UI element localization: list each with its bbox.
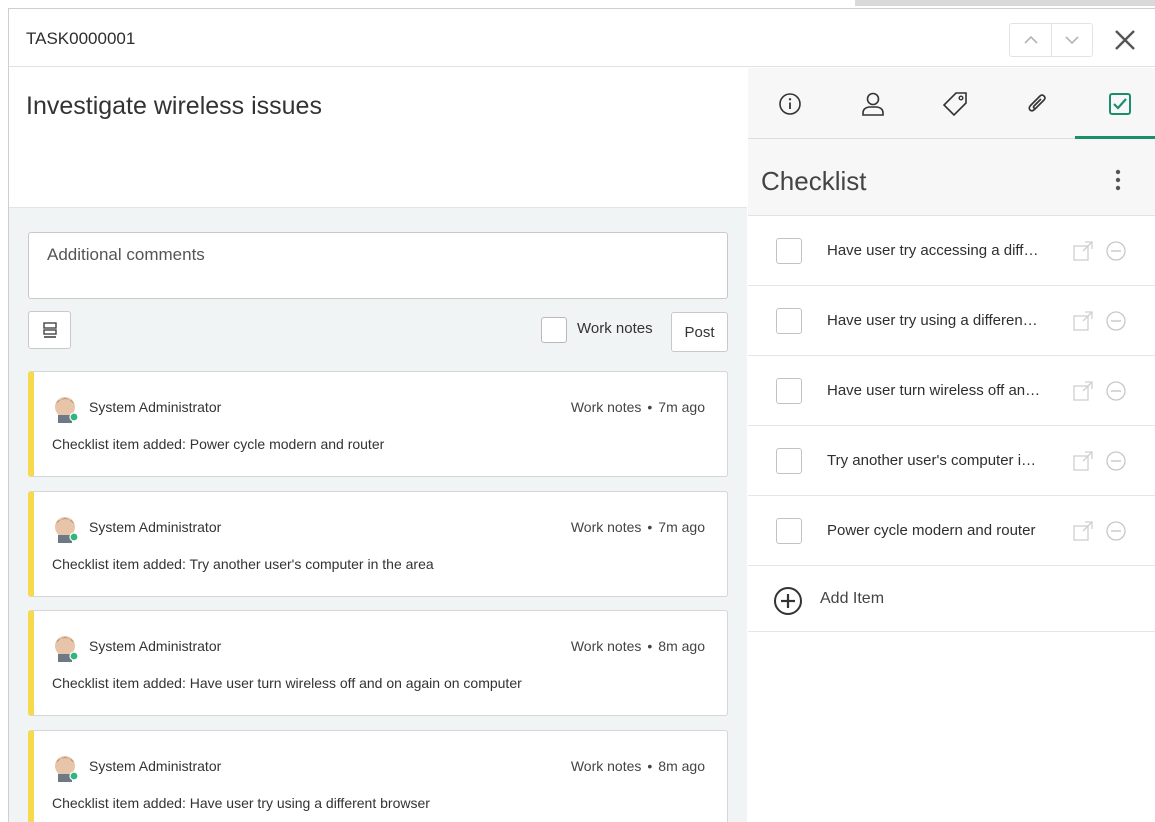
remove-icon[interactable] [1105, 520, 1127, 542]
open-external-icon[interactable] [1072, 520, 1094, 542]
tab-user[interactable] [851, 86, 895, 122]
checklist-item-checkbox[interactable] [776, 378, 802, 404]
tab-info[interactable] [768, 86, 812, 122]
sidebar-pane: Checklist Have user try accessing a diff… [748, 68, 1155, 822]
checklist-item: Power cycle modern and router [748, 496, 1155, 566]
avatar [55, 636, 79, 662]
activity-type: Work notes [570, 399, 642, 415]
checklist-item: Try another user's computer i… [748, 426, 1155, 496]
activity-time: 8m ago [658, 638, 705, 654]
avatar [55, 756, 79, 782]
add-circle-icon [774, 587, 802, 615]
tab-checklist[interactable] [1098, 86, 1142, 122]
remove-icon[interactable] [1105, 310, 1127, 332]
checklist-item: Have user try using a differen… [748, 286, 1155, 356]
checklist-item-checkbox[interactable] [776, 518, 802, 544]
open-external-icon[interactable] [1072, 240, 1094, 262]
activity-meta: Work notes • 8m ago [570, 758, 705, 774]
toggle-layout-button[interactable] [28, 311, 71, 349]
checklist-title: Checklist [761, 166, 867, 196]
checklist-item-label[interactable]: Have user try accessing a diff… [827, 242, 1052, 259]
activity-message: Checklist item added: Have user turn wir… [52, 675, 522, 691]
checklist-item-checkbox[interactable] [776, 238, 802, 264]
activity-author: System Administrator [89, 399, 222, 415]
activity-author: System Administrator [89, 519, 222, 535]
info-icon [779, 93, 801, 115]
remove-icon[interactable] [1105, 380, 1127, 402]
checklist-item: Have user try accessing a diff… [748, 216, 1155, 286]
next-record-button[interactable] [1051, 24, 1092, 56]
task-modal: TASK0000001 Investigate wireless issues … [8, 8, 1155, 822]
previous-record-button[interactable] [1010, 24, 1051, 56]
task-number: TASK0000001 [26, 29, 136, 48]
tab-attachments[interactable] [1015, 86, 1059, 122]
chevron-down-icon [1065, 36, 1079, 45]
title-area: Investigate wireless issues [9, 68, 747, 208]
checklist-item-label[interactable]: Try another user's computer i… [827, 452, 1052, 469]
checklist-item-checkbox[interactable] [776, 308, 802, 334]
modal-header: TASK0000001 [9, 9, 1155, 67]
checklist-item-checkbox[interactable] [776, 448, 802, 474]
add-item-button[interactable]: Add Item [748, 566, 1155, 632]
activity-card: System Administrator Work notes • 8m ago C… [28, 730, 728, 822]
avatar [55, 397, 79, 423]
task-title[interactable]: Investigate wireless issues [26, 92, 322, 121]
remove-icon[interactable] [1105, 240, 1127, 262]
chevron-up-icon [1023, 35, 1038, 44]
task-details-pane: Investigate wireless issues Additional c… [9, 68, 747, 822]
open-external-icon[interactable] [1072, 380, 1094, 402]
activity-meta: Work notes • 7m ago [570, 519, 705, 535]
background-header-fragment [855, 0, 1155, 6]
stack-layout-icon [42, 322, 57, 338]
sidebar-tabs [748, 68, 1155, 139]
activity-meta: Work notes • 8m ago [570, 638, 705, 654]
checklist-icon [1109, 93, 1131, 115]
activity-type: Work notes [570, 758, 642, 774]
activity-stream: Additional comments Work notes Post Syst… [9, 208, 747, 822]
activity-author: System Administrator [89, 758, 222, 774]
activity-card: System Administrator Work notes • 7m ago C… [28, 371, 728, 477]
paperclip-icon [1028, 94, 1046, 112]
activity-author: System Administrator [89, 638, 222, 654]
avatar [55, 517, 79, 543]
more-vertical-icon [1115, 169, 1121, 191]
checklist-item-label[interactable]: Have user try using a differen… [827, 312, 1052, 329]
record-navigation [1009, 23, 1093, 57]
close-icon [1115, 30, 1135, 50]
user-icon [862, 92, 884, 116]
checklist-item-label[interactable]: Power cycle modern and router [827, 522, 1052, 539]
activity-message: Checklist item added: Power cycle modern… [52, 436, 385, 452]
open-external-icon[interactable] [1072, 450, 1094, 472]
comments-placeholder: Additional comments [47, 245, 205, 264]
checklist-header: Checklist [748, 139, 1155, 216]
checklist-item-label[interactable]: Have user turn wireless off an… [827, 382, 1052, 399]
open-external-icon[interactable] [1072, 310, 1094, 332]
additional-comments-input[interactable]: Additional comments [28, 232, 728, 299]
work-notes-label: Work notes [577, 320, 653, 337]
post-button[interactable]: Post [671, 312, 728, 352]
remove-icon[interactable] [1105, 450, 1127, 472]
work-notes-checkbox[interactable] [541, 317, 567, 343]
activity-card: System Administrator Work notes • 8m ago C… [28, 610, 728, 716]
activity-type: Work notes [570, 519, 642, 535]
tab-tags[interactable] [933, 86, 977, 122]
tag-icon [942, 92, 967, 117]
checklist-more-button[interactable] [1106, 165, 1130, 195]
activity-time: 7m ago [658, 519, 705, 535]
close-button[interactable] [1109, 24, 1141, 56]
activity-card: System Administrator Work notes • 7m ago C… [28, 491, 728, 597]
checklist-item: Have user turn wireless off an… [748, 356, 1155, 426]
add-item-label: Add Item [820, 590, 885, 607]
activity-meta: Work notes • 7m ago [570, 399, 705, 415]
activity-type: Work notes [570, 638, 642, 654]
activity-message: Checklist item added: Try another user's… [52, 556, 434, 572]
activity-time: 7m ago [658, 399, 705, 415]
activity-time: 8m ago [658, 758, 705, 774]
activity-message: Checklist item added: Have user try usin… [52, 795, 430, 811]
top-strip [0, 0, 1155, 8]
